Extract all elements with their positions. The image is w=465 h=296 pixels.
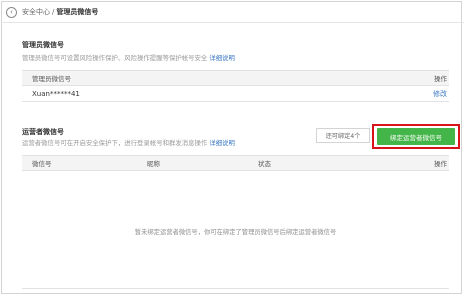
admin-table: 管理员微信号 操作 Xuan******41 修改 — [22, 70, 449, 102]
bind-operator-button[interactable]: 绑定运营者微信号 — [377, 128, 455, 145]
operator-header-status: 状态 — [258, 160, 271, 168]
header-divider — [1, 22, 464, 23]
admin-section-title: 管理员微信号 — [22, 41, 64, 49]
operator-header-wechat-id: 微信号 — [32, 160, 52, 168]
admin-table-header: 管理员微信号 操作 — [22, 70, 449, 86]
breadcrumb-separator: / — [52, 8, 55, 16]
operator-section-title: 运营者微信号 — [22, 128, 64, 136]
admin-detail-link[interactable]: 详细说明 — [209, 54, 235, 62]
operator-detail-link[interactable]: 详细说明 — [209, 139, 235, 147]
empty-state-message: 暂未绑定运营者微信号，你可在绑定了管理员微信号后绑定运营者微信号 — [134, 229, 337, 236]
admin-wechat-id-value: Xuan******41 — [32, 89, 80, 98]
breadcrumb: ‹ 安全中心 / 管理员微信号 — [6, 6, 98, 18]
back-arrow-icon[interactable]: ‹ — [6, 6, 17, 18]
table-row: Xuan******41 修改 — [22, 86, 449, 102]
back-arrow-glyph: ‹ — [10, 7, 13, 16]
remaining-bind-count: 还可绑定4个 — [316, 128, 370, 143]
admin-header-action: 操作 — [434, 75, 447, 83]
operator-description-text: 运营者微信号可在开启安全保护下，进行登录帐号和群发消息操作 — [22, 139, 208, 147]
operator-table-empty-body: 暂未绑定运营者微信号，你可在绑定了管理员微信号后绑定运营者微信号 — [22, 169, 449, 289]
admin-modify-link[interactable]: 修改 — [433, 89, 447, 99]
operator-header-action: 操作 — [434, 160, 447, 168]
operator-section-description: 运营者微信号可在开启安全保护下，进行登录帐号和群发消息操作 详细说明 — [22, 138, 235, 147]
admin-header-wechat-id: 管理员微信号 — [32, 75, 71, 83]
admin-description-text: 管理员微信号可设置风险操作保护、风险操作提醒等保护帐号安全 — [22, 54, 208, 62]
admin-section-description: 管理员微信号可设置风险操作保护、风险操作提醒等保护帐号安全 详细说明 — [22, 53, 235, 62]
breadcrumb-current: 管理员微信号 — [56, 8, 99, 16]
breadcrumb-security-center[interactable]: 安全中心 — [22, 7, 50, 17]
operator-header-nickname: 昵称 — [147, 160, 160, 168]
